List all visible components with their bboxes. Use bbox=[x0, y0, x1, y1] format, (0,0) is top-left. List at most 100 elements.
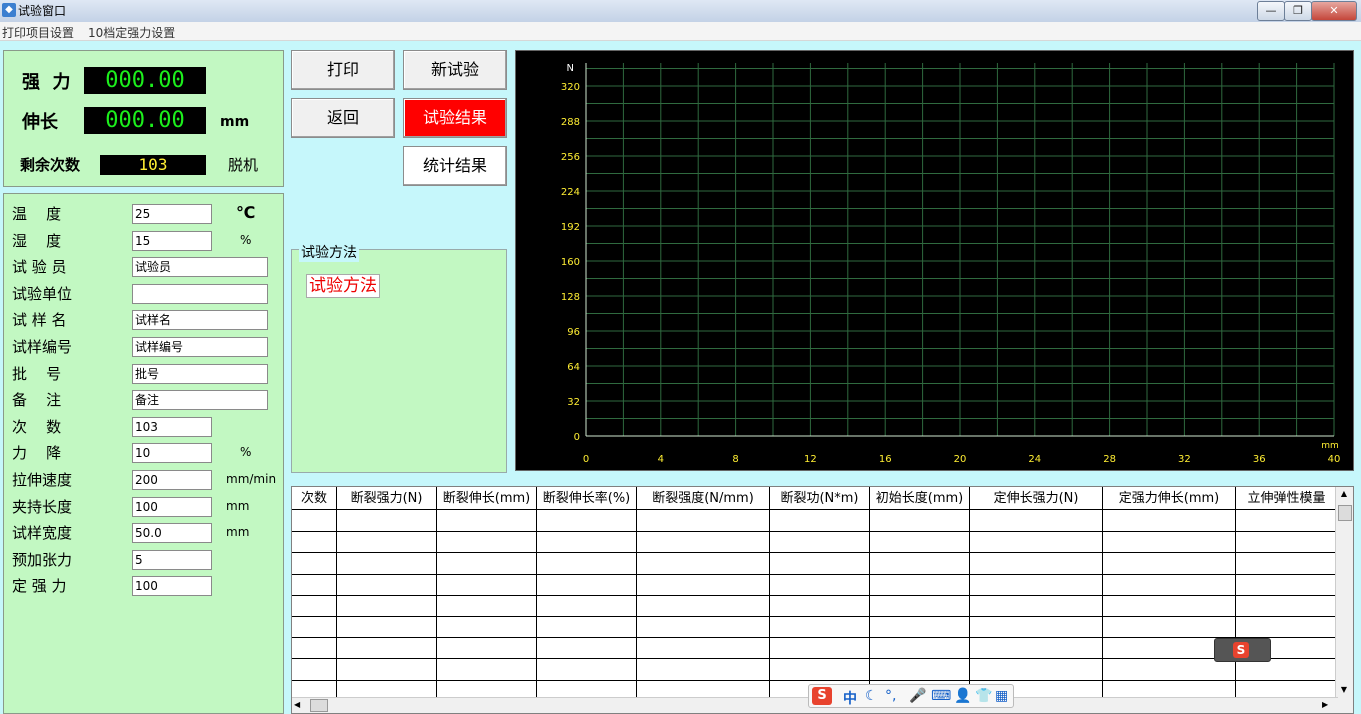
test-result-button[interactable]: 试验结果 bbox=[403, 98, 507, 138]
force-elongation-chart: 0 32 64 96 128 160 192 224 256 288 320 0 4 8 12 16 20 24 2… bbox=[515, 50, 1354, 471]
param-input[interactable]: 试样编号 bbox=[132, 337, 268, 357]
menu-item-strength-settings[interactable]: 10档定强力设置 bbox=[88, 24, 175, 41]
skin-icon[interactable]: 👕 bbox=[975, 688, 992, 704]
scroll-left-icon[interactable]: ◀ bbox=[294, 700, 300, 709]
chart-y-tick-label: 128 bbox=[561, 292, 580, 303]
param-label: 预加张力 bbox=[12, 551, 73, 569]
hscroll-thumb[interactable] bbox=[310, 699, 328, 712]
window-title: 试验窗口 bbox=[18, 4, 67, 18]
param-input[interactable]: 15 bbox=[132, 231, 212, 251]
force-label: 强 力 bbox=[22, 72, 71, 93]
user-icon[interactable]: 👤 bbox=[954, 688, 971, 704]
results-table: 次数 断裂强力(N) 断裂伸长(mm) 断裂伸长率(%) 断裂强度(N/mm) 断裂功(N… bbox=[291, 486, 1354, 714]
param-label: 湿 度 bbox=[12, 232, 62, 250]
param-input[interactable]: 50.0 bbox=[132, 523, 212, 543]
table-row-divider bbox=[292, 531, 1338, 532]
statistics-result-button[interactable]: 统计结果 bbox=[403, 146, 507, 186]
moon-icon[interactable]: ☾ bbox=[865, 688, 878, 704]
punctuation-icon[interactable]: °, bbox=[885, 688, 896, 704]
param-input[interactable] bbox=[132, 284, 268, 304]
chart-y-tick-label: 224 bbox=[561, 187, 580, 198]
param-label: 温 度 bbox=[12, 205, 62, 223]
param-input[interactable]: 批号 bbox=[132, 364, 268, 384]
app-icon: ◆ bbox=[2, 3, 16, 17]
chart-y-tick-label: 320 bbox=[561, 82, 580, 93]
table-column-divider bbox=[1235, 510, 1236, 700]
param-input[interactable]: 25 bbox=[132, 204, 212, 224]
chart-y-tick-label: 192 bbox=[561, 222, 580, 233]
scroll-right-icon[interactable]: ▶ bbox=[1322, 700, 1328, 709]
elongation-display: 000.00 bbox=[84, 107, 206, 134]
param-input[interactable]: 备注 bbox=[132, 390, 268, 410]
param-label: 试样编号 bbox=[12, 338, 73, 356]
chart-x-tick-label: 12 bbox=[804, 454, 817, 465]
chart-x-tick-label: 0 bbox=[583, 454, 589, 465]
print-button[interactable]: 打印 bbox=[291, 50, 395, 90]
param-unit: mm bbox=[226, 499, 250, 513]
remaining-count-label: 剩余次数 bbox=[20, 156, 81, 174]
chart-x-tick-label: 40 bbox=[1328, 454, 1341, 465]
readout-panel: 强 力 000.00 伸长 000.00 mm 剩余次数 103 脱机 bbox=[3, 50, 284, 187]
toolbox-icon[interactable]: ▦ bbox=[995, 688, 1008, 704]
scroll-thumb[interactable] bbox=[1338, 505, 1352, 521]
param-input[interactable]: 试验员 bbox=[132, 257, 268, 277]
table-column-divider bbox=[1102, 510, 1103, 700]
scroll-down-icon[interactable]: ▼ bbox=[1338, 685, 1350, 695]
column-header[interactable]: 断裂强度(N/mm) bbox=[637, 487, 770, 510]
column-header[interactable]: 立伸弹性模量 bbox=[1236, 487, 1338, 510]
elongation-label: 伸长 bbox=[22, 112, 58, 133]
sogou-logo-icon: S bbox=[812, 687, 832, 705]
column-header[interactable]: 定强力伸长(mm) bbox=[1103, 487, 1236, 510]
param-label: 批 号 bbox=[12, 365, 62, 383]
test-method-value[interactable]: 试验方法 bbox=[306, 274, 380, 298]
minimize-button[interactable]: — bbox=[1257, 1, 1285, 21]
chart-x-tick-label: 28 bbox=[1103, 454, 1116, 465]
column-header[interactable]: 初始长度(mm) bbox=[870, 487, 970, 510]
sogou-logo-icon: S bbox=[1233, 642, 1249, 658]
column-header[interactable]: 定伸长强力(N) bbox=[970, 487, 1103, 510]
chart-y-tick-label: 160 bbox=[561, 257, 580, 268]
column-header[interactable]: 断裂伸长(mm) bbox=[437, 487, 537, 510]
menu-item-print-settings[interactable]: 打印项目设置 bbox=[2, 24, 74, 41]
maximize-button[interactable]: ❐ bbox=[1284, 1, 1312, 21]
param-unit: % bbox=[240, 233, 252, 247]
scroll-up-icon[interactable]: ▲ bbox=[1338, 489, 1350, 499]
close-button[interactable]: ✕ bbox=[1311, 1, 1357, 21]
param-input[interactable]: 200 bbox=[132, 470, 212, 490]
param-input[interactable]: 103 bbox=[132, 417, 212, 437]
test-method-legend: 试验方法 bbox=[299, 242, 359, 262]
param-input[interactable]: 10 bbox=[132, 443, 212, 463]
chart-y-tick-label: 96 bbox=[567, 327, 580, 338]
table-column-divider bbox=[769, 510, 770, 700]
chart-y-axis-label: N bbox=[567, 63, 574, 74]
table-row-divider bbox=[292, 680, 1338, 681]
chart-x-tick-label: 16 bbox=[879, 454, 892, 465]
column-header[interactable]: 次数 bbox=[292, 487, 337, 510]
chart-y-tick-label: 256 bbox=[561, 152, 580, 163]
keyboard-icon[interactable]: ⌨ bbox=[931, 688, 951, 704]
back-button[interactable]: 返回 bbox=[291, 98, 395, 138]
table-column-divider bbox=[969, 510, 970, 700]
chart-x-tick-label: 4 bbox=[658, 454, 664, 465]
chart-y-tick-label: 64 bbox=[567, 362, 580, 373]
param-input[interactable]: 100 bbox=[132, 497, 212, 517]
param-input[interactable]: 100 bbox=[132, 576, 212, 596]
column-header[interactable]: 断裂伸长率(%) bbox=[537, 487, 637, 510]
param-input[interactable]: 试样名 bbox=[132, 310, 268, 330]
table-row-divider bbox=[292, 574, 1338, 575]
param-input[interactable]: 5 bbox=[132, 550, 212, 570]
column-header[interactable]: 断裂强力(N) bbox=[337, 487, 437, 510]
title-bar: ◆ 试验窗口 — ❐ ✕ bbox=[0, 0, 1361, 23]
chart-x-tick-label: 24 bbox=[1028, 454, 1041, 465]
menu-bar: 打印项目设置 10档定强力设置 bbox=[0, 22, 1361, 41]
table-column-divider bbox=[536, 510, 537, 700]
ime-language[interactable]: 中 bbox=[843, 688, 857, 708]
ime-mini-toolbar[interactable]: S bbox=[1214, 638, 1271, 662]
vertical-scrollbar[interactable]: ▲ ▼ bbox=[1335, 487, 1353, 713]
chart-x-tick-label: 8 bbox=[732, 454, 738, 465]
param-label: 试验单位 bbox=[12, 285, 73, 303]
microphone-icon[interactable]: 🎤 bbox=[909, 688, 926, 704]
column-header[interactable]: 断裂功(N*m) bbox=[770, 487, 870, 510]
new-test-button[interactable]: 新试验 bbox=[403, 50, 507, 90]
param-label: 拉伸速度 bbox=[12, 471, 73, 489]
